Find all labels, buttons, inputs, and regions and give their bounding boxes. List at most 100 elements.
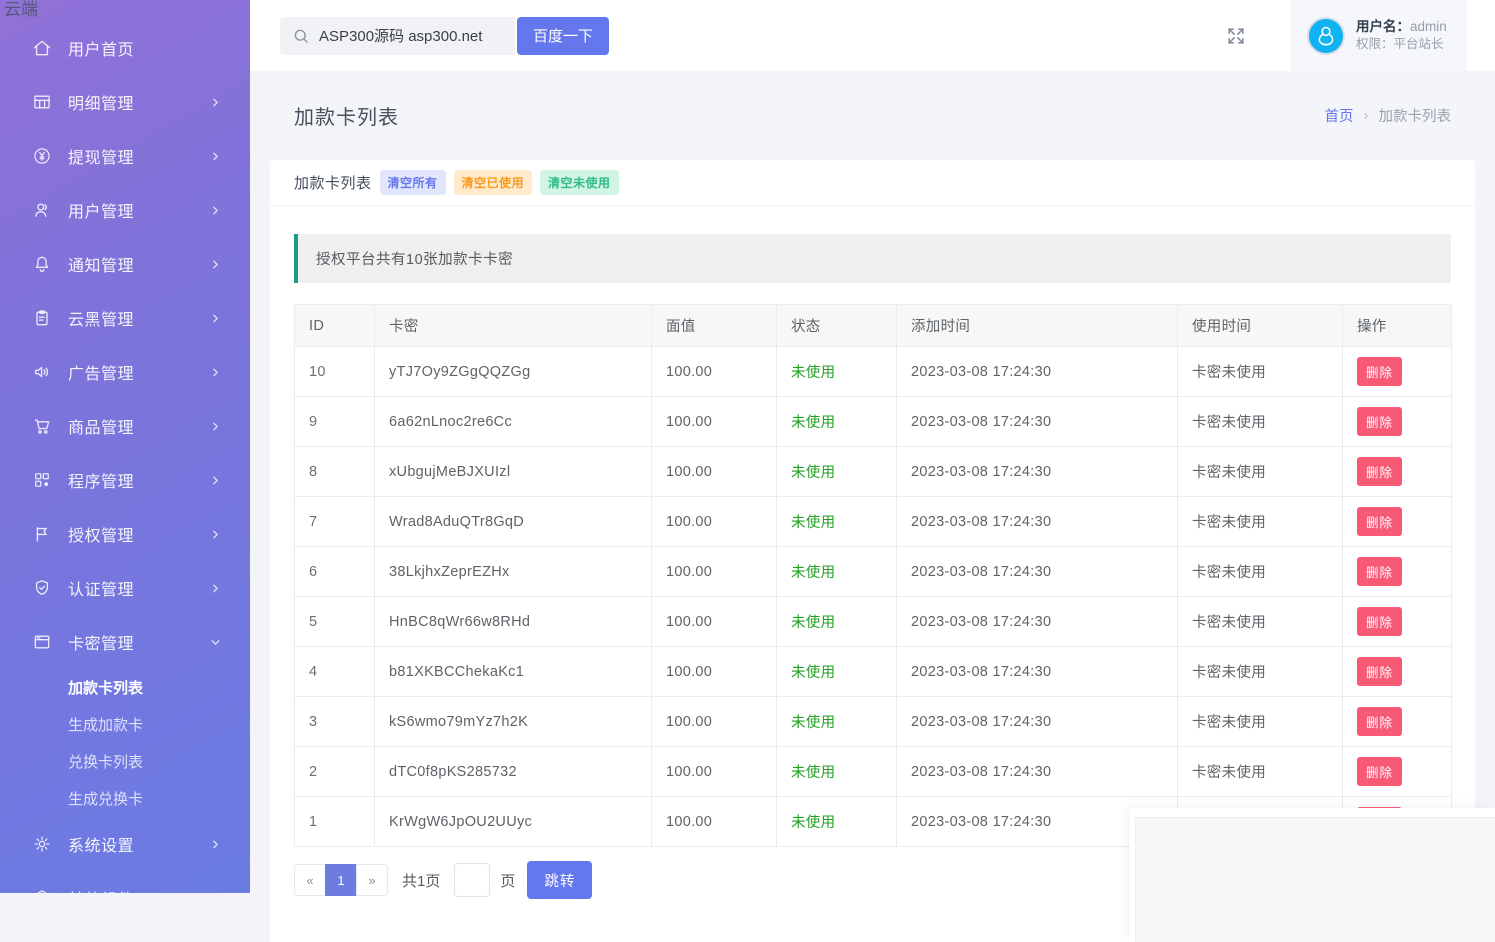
fullscreen-icon[interactable] xyxy=(1225,25,1247,47)
sidebar-item-user-home[interactable]: 用户首页 xyxy=(0,21,250,75)
cell-value: 100.00 xyxy=(652,747,777,797)
megaphone-icon xyxy=(32,362,52,382)
sidebar-item-user-mgmt[interactable]: 用户管理 xyxy=(0,183,250,237)
delete-button[interactable]: 删除 xyxy=(1357,657,1402,686)
cell-used-time: 卡密未使用 xyxy=(1178,697,1343,747)
sidebar-item-label: 用户管理 xyxy=(68,198,134,222)
col-header-used-time: 使用时间 xyxy=(1178,305,1343,347)
cell-used-time: 卡密未使用 xyxy=(1178,747,1343,797)
delete-button[interactable]: 删除 xyxy=(1357,557,1402,586)
delete-button[interactable]: 删除 xyxy=(1357,757,1402,786)
cell-status: 未使用 xyxy=(777,547,897,597)
users-icon xyxy=(32,200,52,220)
delete-button[interactable]: 删除 xyxy=(1357,707,1402,736)
chevron-right-icon xyxy=(209,892,222,894)
cell-key: xUbgujMeBJXUIzl xyxy=(375,447,652,497)
col-header-status: 状态 xyxy=(777,305,897,347)
cell-id: 5 xyxy=(295,597,375,647)
sidebar-subitem-generate-exchange-card[interactable]: 生成兑换卡 xyxy=(0,780,250,817)
sidebar-item-certification-mgmt[interactable]: 认证管理 xyxy=(0,561,250,615)
sidebar-item-withdraw-mgmt[interactable]: 提现管理 xyxy=(0,129,250,183)
cell-value: 100.00 xyxy=(652,497,777,547)
cell-status: 未使用 xyxy=(777,647,897,697)
table-row: 5 HnBC8qWr66w8RHd 100.00 未使用 2023-03-08 … xyxy=(295,597,1452,647)
cell-key: kS6wmo79mYz7h2K xyxy=(375,697,652,747)
cell-status: 未使用 xyxy=(777,597,897,647)
username-label: 用户名： xyxy=(1356,19,1410,34)
cell-status: 未使用 xyxy=(777,347,897,397)
pagination-total-label: 共1页 xyxy=(402,870,440,891)
sidebar-item-notice-mgmt[interactable]: 通知管理 xyxy=(0,237,250,291)
table-row: 2 dTC0f8pKS285732 100.00 未使用 2023-03-08 … xyxy=(295,747,1452,797)
sidebar-item-card-key-mgmt[interactable]: 卡密管理 xyxy=(0,615,250,669)
user-panel[interactable]: 用户名：admin 权限：平台站长 xyxy=(1291,0,1467,71)
pagination-jump-button[interactable]: 跳转 xyxy=(527,861,592,899)
pagination-unit-label: 页 xyxy=(500,870,515,891)
card-header: 加款卡列表 清空所有 清空已使用 清空未使用 xyxy=(270,160,1475,206)
sidebar-item-detail-mgmt[interactable]: 明细管理 xyxy=(0,75,250,129)
cell-value: 100.00 xyxy=(652,347,777,397)
flag-icon xyxy=(32,524,52,544)
delete-button[interactable]: 删除 xyxy=(1357,457,1402,486)
user-meta: 用户名：admin 权限：平台站长 xyxy=(1356,18,1447,53)
delete-button[interactable]: 删除 xyxy=(1357,407,1402,436)
search-input[interactable] xyxy=(319,27,504,44)
cell-value: 100.00 xyxy=(652,397,777,447)
sidebar-item-ad-mgmt[interactable]: 广告管理 xyxy=(0,345,250,399)
cell-key: KrWgW6JpOU2UUyc xyxy=(375,797,652,847)
cell-status: 未使用 xyxy=(777,447,897,497)
pagination-prev-button[interactable]: « xyxy=(294,864,326,896)
table-row: 4 b81XKBCChekaKc1 100.00 未使用 2023-03-08 … xyxy=(295,647,1452,697)
search-box xyxy=(280,17,515,55)
col-header-action: 操作 xyxy=(1343,305,1452,347)
cell-status: 未使用 xyxy=(777,747,897,797)
sidebar-item-product-mgmt[interactable]: 商品管理 xyxy=(0,399,250,453)
pagination-page-1-button[interactable]: 1 xyxy=(325,864,357,896)
delete-button[interactable]: 删除 xyxy=(1357,607,1402,636)
pagination-next-button[interactable]: » xyxy=(356,864,388,896)
cell-used-time: 卡密未使用 xyxy=(1178,447,1343,497)
delete-button[interactable]: 删除 xyxy=(1357,357,1402,386)
sidebar-item-authorization-mgmt[interactable]: 授权管理 xyxy=(0,507,250,561)
main-content: 百度一下 用户名：admin 权限：平台站长 加款卡列表 首页 › 加款卡列表 xyxy=(250,0,1495,942)
clear-used-button[interactable]: 清空已使用 xyxy=(454,170,533,195)
clear-all-button[interactable]: 清空所有 xyxy=(380,170,446,195)
overlay-inner-area xyxy=(1135,817,1495,942)
sidebar-subitem-generate-addcard[interactable]: 生成加款卡 xyxy=(0,706,250,743)
brand-label: 云端 xyxy=(4,0,38,20)
sidebar-item-label: 授权管理 xyxy=(68,522,134,546)
sidebar-item-label: 其他组件 xyxy=(68,886,134,893)
home-icon xyxy=(32,38,52,58)
sidebar-item-label: 广告管理 xyxy=(68,360,134,384)
card-window-icon xyxy=(32,632,52,652)
sidebar-item-label: 用户首页 xyxy=(68,36,134,60)
cell-value: 100.00 xyxy=(652,797,777,847)
breadcrumb-current: 加款卡列表 xyxy=(1379,105,1452,126)
qq-avatar-icon xyxy=(1307,17,1345,55)
pagination-page-input[interactable] xyxy=(454,863,490,897)
sidebar-item-system-settings[interactable]: 系统设置 xyxy=(0,817,250,871)
baidu-search-button[interactable]: 百度一下 xyxy=(517,17,609,55)
clear-unused-button[interactable]: 清空未使用 xyxy=(540,170,619,195)
cell-key: dTC0f8pKS285732 xyxy=(375,747,652,797)
sidebar-item-other-components[interactable]: 其他组件 xyxy=(0,871,250,893)
sidebar-subitem-addcard-list[interactable]: 加款卡列表 xyxy=(0,669,250,706)
cell-value: 100.00 xyxy=(652,547,777,597)
sidebar-item-cloudblack-mgmt[interactable]: 云黑管理 xyxy=(0,291,250,345)
topbar: 百度一下 用户名：admin 权限：平台站长 xyxy=(250,0,1495,71)
delete-button[interactable]: 删除 xyxy=(1357,507,1402,536)
cell-added-time: 2023-03-08 17:24:30 xyxy=(897,597,1178,647)
cell-id: 7 xyxy=(295,497,375,547)
chevron-right-icon xyxy=(209,150,222,163)
sidebar-subitem-exchange-card-list[interactable]: 兑换卡列表 xyxy=(0,743,250,780)
cell-used-time: 卡密未使用 xyxy=(1178,597,1343,647)
cell-status: 未使用 xyxy=(777,697,897,747)
cell-key: 6a62nLnoc2re6Cc xyxy=(375,397,652,447)
cell-key: 38LkjhxZeprEZHx xyxy=(375,547,652,597)
box-icon xyxy=(32,888,52,893)
sidebar-item-label: 云黑管理 xyxy=(68,306,134,330)
table-row: 3 kS6wmo79mYz7h2K 100.00 未使用 2023-03-08 … xyxy=(295,697,1452,747)
sidebar: 云端 用户首页 明细管理 提现管理 用户管理 通知管理 云黑 xyxy=(0,0,250,893)
sidebar-item-program-mgmt[interactable]: 程序管理 xyxy=(0,453,250,507)
breadcrumb-home-link[interactable]: 首页 xyxy=(1325,105,1354,126)
